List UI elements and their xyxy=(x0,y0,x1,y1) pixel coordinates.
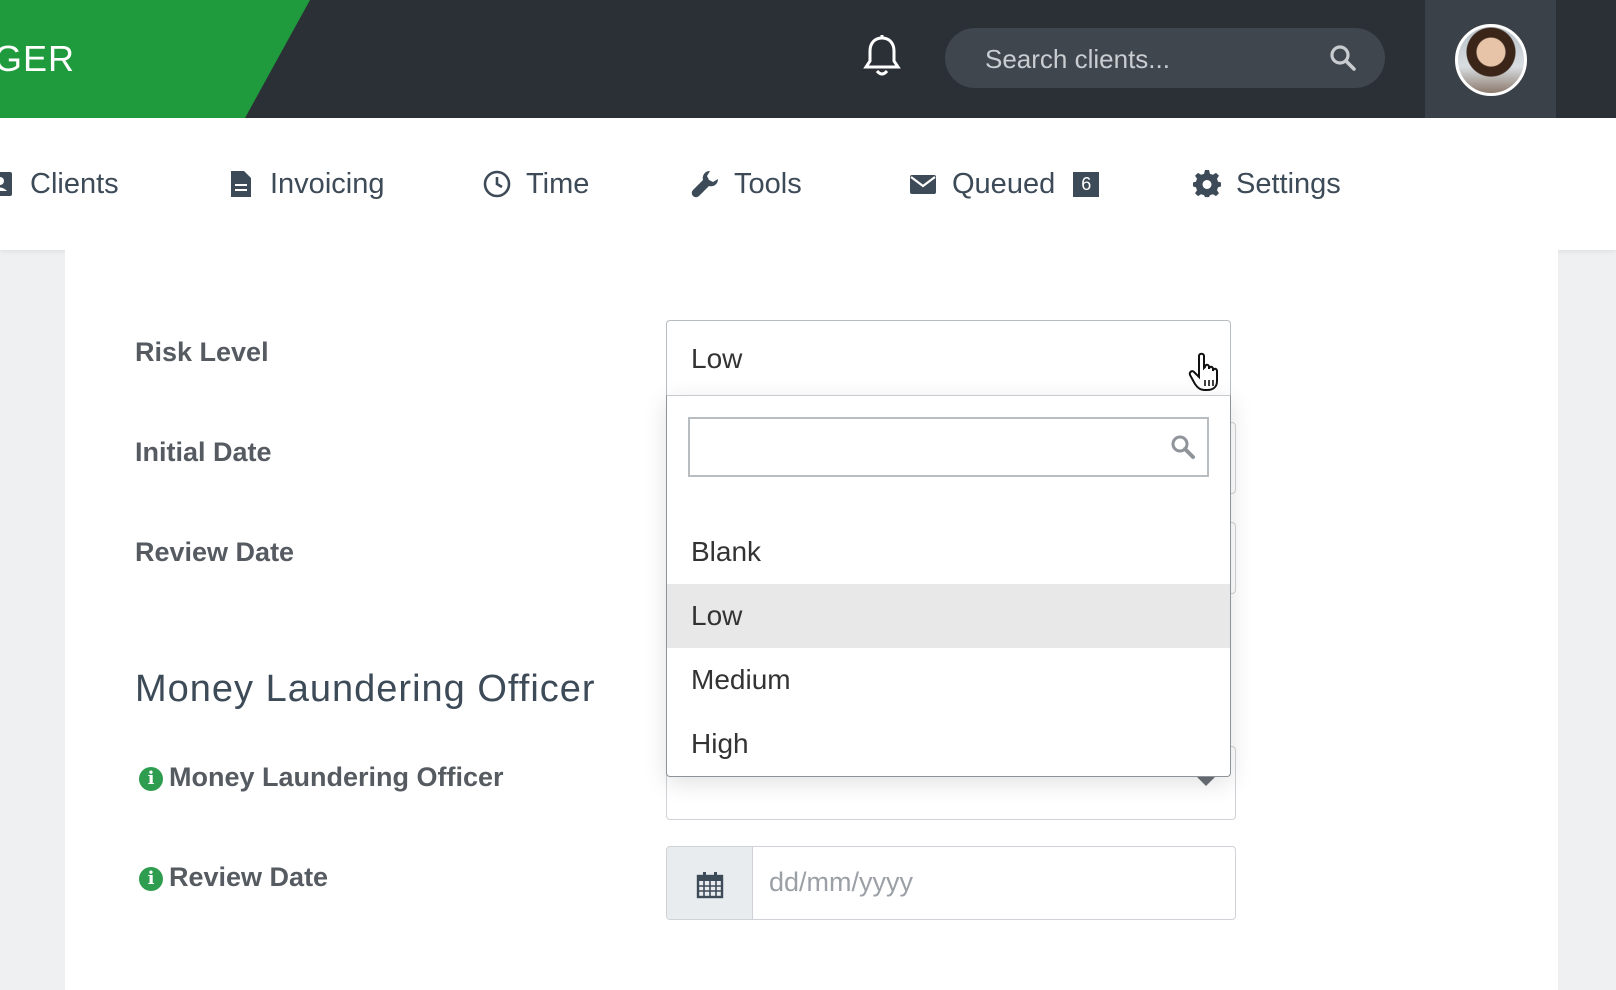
gear-icon xyxy=(1193,169,1221,198)
avatar[interactable] xyxy=(1455,24,1527,96)
contact-card-icon xyxy=(0,172,12,196)
search-placeholder: Search clients... xyxy=(985,44,1170,74)
nav-label: Queued xyxy=(952,167,1056,200)
date-placeholder: dd/mm/yyyy xyxy=(769,867,914,897)
user-menu[interactable] xyxy=(1425,0,1556,118)
mlo-label: i Money Laundering Officer xyxy=(139,762,504,793)
clock-icon xyxy=(483,170,511,198)
info-icon[interactable]: i xyxy=(139,867,163,891)
dropdown-option-blank[interactable]: Blank xyxy=(667,520,1230,584)
mlo-section-title: Money Laundering Officer xyxy=(135,668,596,710)
nav-item-time[interactable]: Time xyxy=(482,164,589,204)
top-bar: GER Search clients... xyxy=(0,0,1616,118)
brand-logo[interactable]: GER xyxy=(0,0,310,118)
envelope-icon xyxy=(910,175,936,194)
hand-cursor-icon xyxy=(1188,352,1218,391)
dropdown-option-medium[interactable]: Medium xyxy=(667,648,1230,712)
mlo-review-date-label-text: Review Date xyxy=(169,862,329,892)
mlo-label-text: Money Laundering Officer xyxy=(169,762,504,792)
calendar-icon xyxy=(696,872,724,899)
calendar-button[interactable] xyxy=(667,847,753,919)
brand-text: GER xyxy=(0,38,76,79)
nav-item-clients[interactable]: Clients xyxy=(0,164,119,204)
mlo-review-date-label: i Review Date xyxy=(139,862,328,893)
nav-label: Tools xyxy=(734,167,802,200)
info-icon[interactable]: i xyxy=(139,767,163,791)
mlo-review-date-input[interactable]: dd/mm/yyyy xyxy=(666,846,1236,920)
risk-level-selected-value: Low xyxy=(691,343,743,374)
nav-item-settings[interactable]: Settings xyxy=(1192,164,1341,204)
nav-item-queued[interactable]: Queued 6 xyxy=(908,164,1100,204)
nav-label: Settings xyxy=(1236,167,1341,200)
wrench-icon xyxy=(691,170,719,198)
dropdown-search-input[interactable] xyxy=(688,417,1209,477)
nav-label: Clients xyxy=(30,167,119,200)
risk-level-select[interactable]: Low xyxy=(666,320,1231,396)
nav-item-invoicing[interactable]: Invoicing xyxy=(226,164,384,204)
nav-label: Invoicing xyxy=(270,167,385,200)
risk-level-label: Risk Level xyxy=(135,337,269,367)
search-icon[interactable] xyxy=(1329,44,1357,72)
nav-label: Time xyxy=(526,167,590,200)
nav-item-tools[interactable]: Tools xyxy=(690,164,802,204)
dropdown-option-high[interactable]: High xyxy=(667,712,1230,776)
document-icon xyxy=(231,171,251,197)
queued-count-badge: 6 xyxy=(1073,171,1100,197)
review-date-label: Review Date xyxy=(135,537,295,567)
dropdown-option-low[interactable]: Low xyxy=(667,584,1230,648)
chevron-down-icon xyxy=(1197,777,1215,786)
bell-icon[interactable] xyxy=(862,34,902,78)
risk-level-dropdown: Blank Low Medium High xyxy=(666,395,1231,777)
main-nav: Clients Invoicing Time Tools Queued 6 Se… xyxy=(0,118,1616,250)
initial-date-label: Initial Date xyxy=(135,437,272,467)
client-search-input[interactable]: Search clients... xyxy=(945,28,1385,88)
search-icon xyxy=(1171,435,1195,459)
